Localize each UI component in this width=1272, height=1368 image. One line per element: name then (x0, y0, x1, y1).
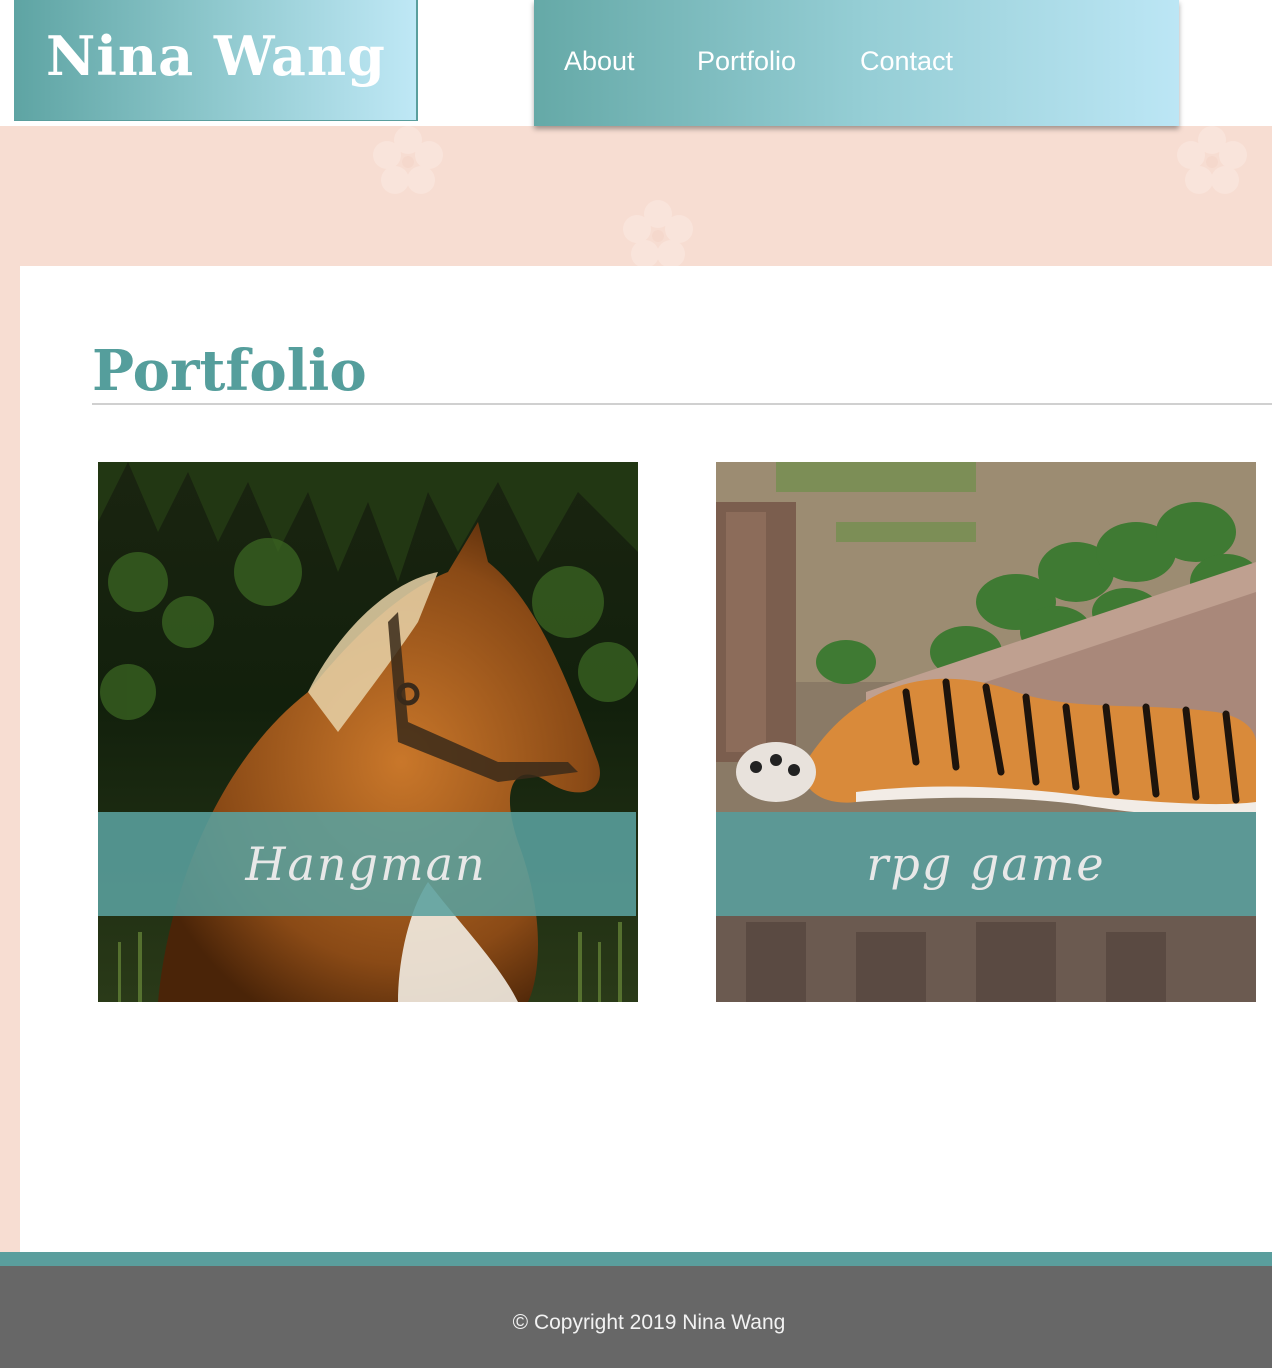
tiger-photo (716, 462, 1256, 1002)
footer-accent-bar (0, 1252, 1272, 1266)
copyright-text: © Copyright 2019 Nina Wang (512, 1311, 786, 1334)
main-nav: About Portfolio Contact (534, 0, 1179, 126)
project-caption: Hangman (245, 837, 487, 891)
main-content: Portfolio Hangman rpg game (20, 266, 1272, 1252)
nav-link-about[interactable]: About (564, 46, 635, 77)
project-card-hangman[interactable]: Hangman (98, 462, 638, 1002)
project-caption: rpg game (866, 837, 1106, 891)
project-caption-overlay: rpg game (716, 812, 1256, 916)
site-brand[interactable]: Nina Wang (14, 0, 418, 121)
brand-name[interactable]: Nina Wang (46, 24, 386, 88)
project-caption-overlay: Hangman (98, 812, 636, 916)
title-divider (92, 403, 1272, 405)
footer: © Copyright 2019 Nina Wang (0, 1266, 1272, 1368)
flower-pattern-icon (618, 196, 698, 276)
nav-link-portfolio[interactable]: Portfolio (697, 46, 796, 77)
horse-photo (98, 462, 638, 1002)
flower-pattern-icon (368, 122, 448, 202)
flower-pattern-icon (1172, 122, 1252, 202)
project-card-rpg-game[interactable]: rpg game (716, 462, 1256, 1002)
page-title: Portfolio (92, 338, 367, 404)
nav-link-contact[interactable]: Contact (860, 46, 953, 77)
